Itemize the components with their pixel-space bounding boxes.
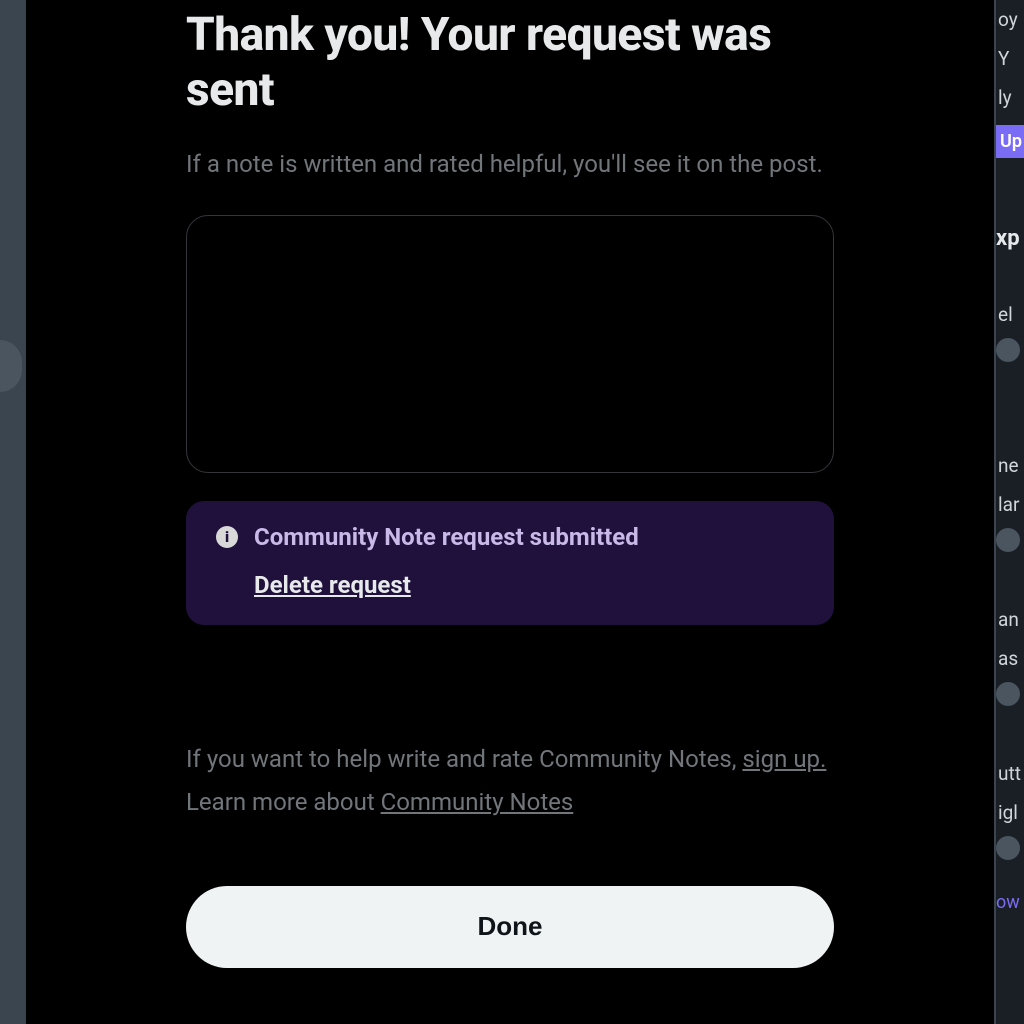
background-right-panel: oy Y ly Up xp el ne lar an as utt igl ow [996, 0, 1024, 1024]
bg-text: Y [996, 39, 1024, 78]
confirmation-modal: Thank you! Your request was sent If a no… [26, 0, 994, 1024]
bg-text: as [996, 639, 1024, 678]
done-button[interactable]: Done [186, 886, 834, 968]
bg-text: lar [996, 485, 1024, 524]
delete-request-link[interactable]: Delete request [254, 571, 411, 599]
bg-text: oy [996, 0, 1024, 39]
modal-title: Thank you! Your request was sent [186, 8, 834, 118]
bg-text: ne [996, 446, 1024, 485]
avatar-icon [996, 338, 1020, 362]
bg-text: igl [996, 793, 1024, 832]
avatar-icon [996, 682, 1020, 706]
learn-more-text: Learn more about Community Notes [186, 786, 834, 820]
bg-text: an [996, 600, 1024, 639]
bg-upgrade-button[interactable]: Up [996, 125, 1024, 158]
background-left [0, 0, 24, 1024]
learn-prefix: Learn more about [186, 788, 381, 816]
status-box: i Community Note request submitted Delet… [186, 501, 834, 625]
modal-subtitle: If a note is written and rated helpful, … [186, 148, 834, 180]
status-text: Community Note request submitted [254, 523, 804, 551]
status-content: Community Note request submitted Delete … [254, 523, 804, 599]
help-prefix: If you want to help write and rate Commu… [186, 745, 742, 773]
bg-text: ly [996, 78, 1024, 117]
avatar-icon [996, 836, 1020, 860]
avatar-icon [996, 528, 1020, 552]
community-notes-link[interactable]: Community Notes [381, 788, 574, 816]
bg-text: el [996, 295, 1024, 334]
sign-up-link[interactable]: sign up. [742, 745, 826, 773]
bg-text: utt [996, 754, 1024, 793]
bg-show-more-link[interactable]: ow [996, 864, 1024, 913]
post-preview-box [186, 215, 834, 473]
help-text: If you want to help write and rate Commu… [186, 743, 834, 777]
info-icon: i [216, 526, 238, 548]
bg-heading: xp [996, 208, 1024, 255]
